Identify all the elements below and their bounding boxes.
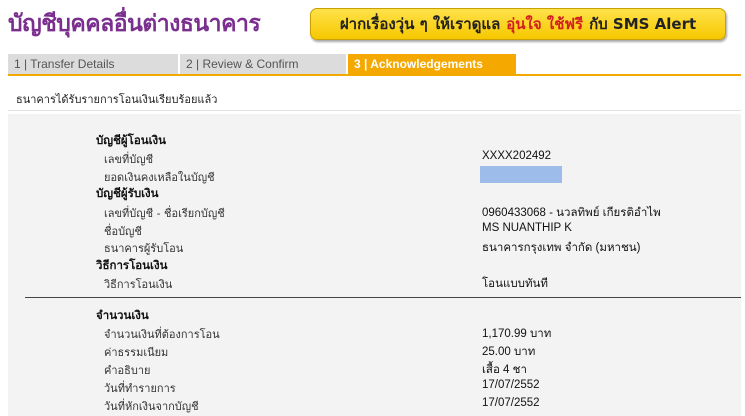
- section-divider: [25, 297, 741, 298]
- description-value: เสื้อ 4 ชา: [482, 364, 527, 376]
- to-account-number-label: เลขที่บัญชี - ชื่อเรียกบัญชี: [104, 207, 225, 220]
- tab-review-confirm[interactable]: 2 | Review & Confirm: [180, 54, 348, 74]
- debit-date-label: วันที่หักเงินจากบัญชี: [104, 400, 199, 413]
- fee-value: 25.00 บาท: [482, 346, 536, 358]
- transaction-date-value: 17/07/2552: [482, 379, 540, 391]
- tab-transfer-details[interactable]: 1 | Transfer Details: [8, 54, 180, 74]
- from-account-number-label: เลขที่บัญชี: [104, 153, 154, 166]
- transfer-amount-value: 1,170.99 บาท: [482, 328, 552, 340]
- to-account-name-value: MS NUANTHIP K: [482, 222, 572, 234]
- transaction-date-label: วันที่ทำรายการ: [104, 382, 176, 395]
- masked-balance: [480, 166, 562, 183]
- transfer-amount-label: จำนวนเงินที่ต้องการโอน: [104, 328, 220, 341]
- receiving-bank-value: ธนาคารกรุงเทพ จำกัด (มหาชน): [482, 242, 641, 254]
- divider: [8, 110, 741, 111]
- from-account-number-value: XXXX202492: [482, 150, 552, 162]
- to-account-number-value: 0960433068 - นวลทิพย์ เกียรติอำไพ: [482, 207, 661, 219]
- banner-text-2: อุ่นใจ ใช้ฟรี: [506, 15, 584, 33]
- banner-text-1: ฝากเรื่องวุ่น ๆ ให้เราดูแล: [339, 15, 501, 33]
- from-account-heading: บัญชีผู้โอนเงิน: [96, 133, 166, 147]
- receiving-bank-label: ธนาคารผู้รับโอน: [104, 242, 184, 255]
- transfer-method-value: โอนแบบทันที: [482, 278, 548, 290]
- balance-label: ยอดเงินคงเหลือในบัญชี: [104, 171, 215, 184]
- tab-acknowledgements[interactable]: 3 | Acknowledgements: [348, 54, 518, 74]
- to-account-heading: บัญชีผู้รับเงิน: [96, 186, 159, 200]
- to-account-name-label: ชื่อบัญชี: [104, 225, 142, 238]
- amount-heading: จำนวนเงิน: [96, 308, 149, 322]
- page-title: บัญชีบุคคลอื่นต่างธนาคาร: [8, 11, 261, 37]
- debit-date-value: 17/07/2552: [482, 397, 540, 409]
- transfer-method-label: วิธีการโอนเงิน: [104, 278, 173, 291]
- description-label: คำอธิบาย: [104, 364, 151, 377]
- fee-label: ค่าธรรมเนียม: [104, 346, 169, 359]
- step-tabs: 1 | Transfer Details 2 | Review & Confir…: [8, 54, 741, 76]
- acknowledgement-message: ธนาคารได้รับรายการโอนเงินเรียบร้อยแล้ว: [16, 93, 218, 106]
- banner-text-3: กับ SMS Alert: [589, 15, 697, 33]
- transfer-method-heading: วิธีการโอนเงิน: [96, 258, 168, 272]
- sms-alert-banner[interactable]: ฝากเรื่องวุ่น ๆ ให้เราดูแล อุ่นใจ ใช้ฟรี…: [310, 8, 726, 40]
